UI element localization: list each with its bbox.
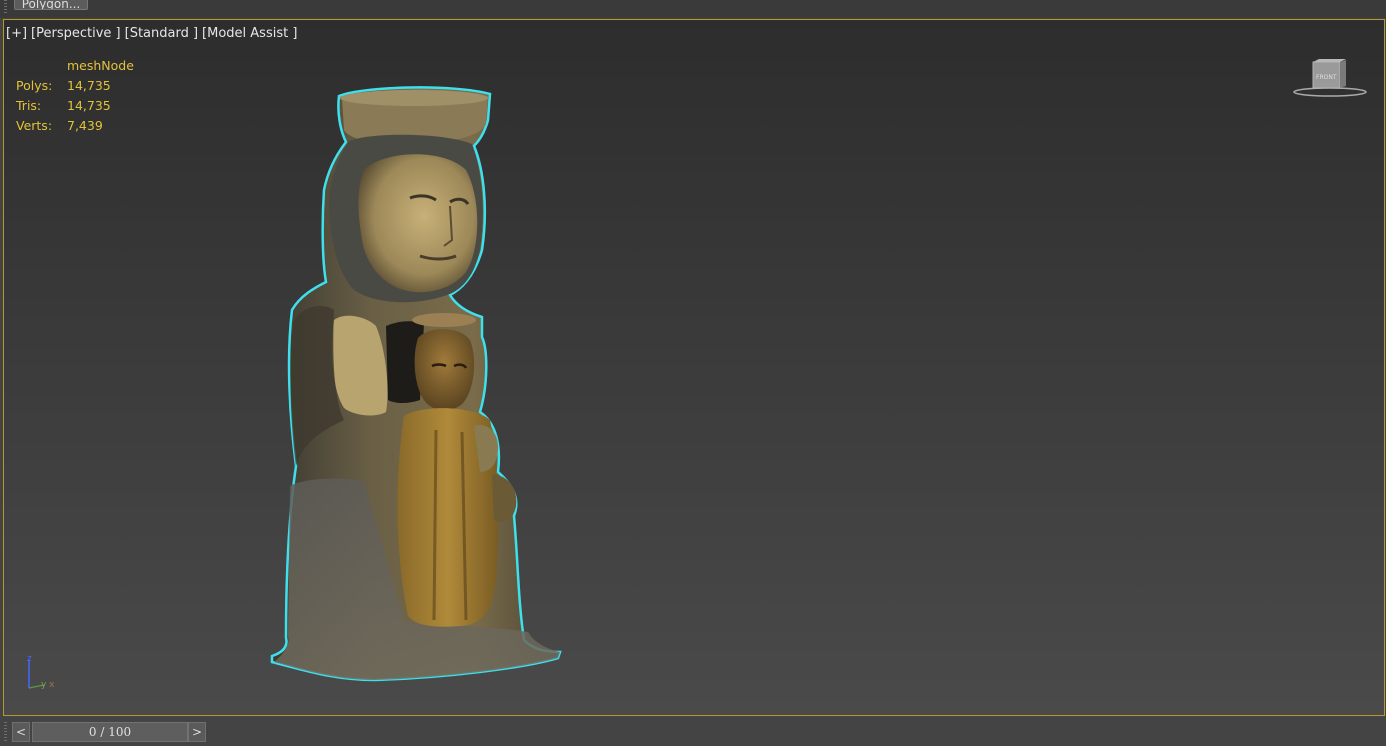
next-frame-button[interactable]: > — [188, 722, 206, 742]
viewcube-front-label: FRONT — [1316, 74, 1337, 81]
timeline-grip[interactable] — [4, 722, 7, 742]
time-slider[interactable]: 0 / 100 — [32, 722, 188, 742]
timeline-bar: < 0 / 100 > — [0, 716, 1386, 746]
axis-x-label: x — [49, 680, 55, 690]
polygon-tab[interactable]: Polygon... — [14, 0, 88, 10]
viewcube[interactable]: FRONT — [1292, 58, 1368, 100]
statue-mesh[interactable] — [4, 20, 1384, 715]
axis-z-label: z — [27, 654, 32, 664]
prev-frame-button[interactable]: < — [12, 722, 30, 742]
toolbar-grip[interactable] — [4, 0, 7, 14]
axis-tripod: z y x — [27, 654, 55, 690]
perspective-viewport[interactable]: [+] [Perspective ] [Standard ] [Model Assis… — [3, 19, 1385, 716]
top-toolbar-strip: Polygon... — [0, 0, 1386, 18]
mother-face — [358, 154, 478, 293]
axis-y-label: y — [41, 680, 47, 690]
child-face — [414, 329, 475, 411]
